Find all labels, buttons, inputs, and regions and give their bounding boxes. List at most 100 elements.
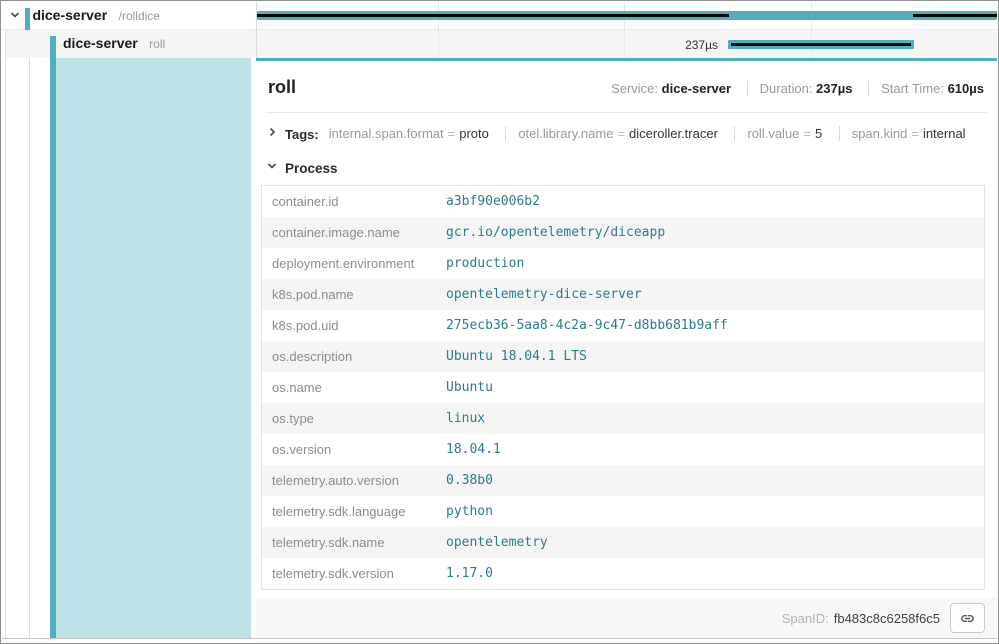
process-table-row: telemetry.sdk.language python [262,496,984,527]
overview-value: 610µs [948,81,984,96]
process-value: linux [436,403,984,434]
process-value: gcr.io/opentelemetry/diceapp [436,217,984,248]
process-table-row: container.image.name gcr.io/opentelemetr… [262,217,984,248]
process-table-row: telemetry.sdk.version 1.17.0 [262,558,984,589]
process-value: production [436,248,984,279]
span-title: roll [268,77,296,98]
tag-value: internal [923,126,966,141]
process-table-row: container.id a3bf90e006b2 [262,186,984,217]
process-value: 0.38b0 [436,465,984,496]
process-table-row: telemetry.auto.version 0.38b0 [262,465,984,496]
tag-key: internal.span.format [329,126,444,141]
process-table-row: os.type linux [262,403,984,434]
tag-equals: = [448,126,456,141]
tag-item: roll.value = 5 [734,126,822,141]
span-detail-color-block [56,58,251,638]
process-value: opentelemetry-dice-server [436,279,984,310]
span-detail-footer: SpanID: fb483c8c6258f6c5 [256,598,997,638]
chevron-down-icon[interactable] [266,159,278,177]
tag-item: span.kind= internal [839,126,966,141]
process-key: container.image.name [262,217,436,248]
spanid-value: fb483c8c6258f6c5 [834,611,940,626]
overview-value: dice-server [662,81,731,96]
tag-equals: = [803,126,811,141]
process-value: 1.17.0 [436,558,984,589]
process-table-row: deployment.environment production [262,248,984,279]
tag-item: internal.span.format =proto [329,126,489,141]
critical-path-segment [731,43,911,46]
tag-key: roll.value [747,126,799,141]
process-key: telemetry.auto.version [262,465,436,496]
tag-equals: = [911,126,919,141]
process-table-row: os.name Ubuntu [262,372,984,403]
process-value: Ubuntu 18.04.1 LTS [436,341,984,372]
tags-accordion[interactable]: Tags: internal.span.format=proto otel.li… [256,113,997,147]
process-value: Ubuntu [436,372,984,403]
copy-span-link-button[interactable] [950,603,985,633]
tag-value: 5 [815,126,822,141]
process-key: os.type [262,403,436,434]
overview-item: Duration: 237µs [747,81,853,96]
tag-key: span.kind [852,126,908,141]
span-row-label-roll[interactable]: dice-server roll [63,35,165,53]
process-key-value-table: container.id a3bf90e006b2 container.imag… [261,185,985,590]
span-overview: Service: dice-server Duration: 237µs Sta… [611,81,984,96]
tags-label: Tags: [285,127,319,142]
indent-guide [29,58,30,639]
process-table-row: os.version 18.04.1 [262,434,984,465]
tag-equals: = [617,126,625,141]
span-bar-roll[interactable] [728,40,914,49]
process-key: os.version [262,434,436,465]
overview-label: Duration: [760,81,813,96]
overview-item: Service: dice-server [611,81,731,96]
tag-item: otel.library.name = diceroller.tracer [505,126,718,141]
process-table-row: k8s.pod.name opentelemetry-dice-server [262,279,984,310]
tag-key: otel.library.name [518,126,613,141]
process-key: container.id [262,186,436,217]
tags-summary: internal.span.format=proto otel.library.… [329,125,966,143]
process-key: os.name [262,372,436,403]
process-value: python [436,496,984,527]
chevron-right-icon[interactable] [266,125,278,143]
overview-label: Service: [611,81,658,96]
jaeger-trace-view: dice-server /rolldice dice-server roll 2… [0,0,999,644]
process-key: os.description [262,341,436,372]
operation-name: roll [149,37,165,51]
tag-value: diceroller.tracer [629,126,718,141]
tag-value: proto [459,126,489,141]
span-duration-label: 237µs [618,38,718,52]
spanid-label: SpanID: [782,611,829,626]
service-name: dice-server [32,7,107,23]
process-key: k8s.pod.uid [262,310,436,341]
link-icon [959,610,976,627]
span-detail-header: roll Service: dice-server Duration: 237µ… [256,61,997,106]
chevron-down-icon[interactable] [9,8,21,26]
process-table-row: telemetry.sdk.name opentelemetry [262,527,984,558]
operation-name: /rolldice [119,9,160,23]
process-value: 18.04.1 [436,434,984,465]
critical-path-segment [913,14,997,17]
span-color-accent [25,8,30,30]
process-key: k8s.pod.name [262,279,436,310]
critical-path-segment [257,14,729,17]
service-name: dice-server [63,35,138,51]
span-bar-rolldice[interactable] [257,11,997,20]
process-accordion[interactable]: Process [256,147,997,183]
process-key: telemetry.sdk.name [262,527,436,558]
process-key: telemetry.sdk.language [262,496,436,527]
process-value: a3bf90e006b2 [436,186,984,217]
process-table-row: os.description Ubuntu 18.04.1 LTS [262,341,984,372]
process-value: opentelemetry [436,527,984,558]
process-key: telemetry.sdk.version [262,558,436,589]
span-detail-accent-bar [50,36,56,638]
span-detail-panel: roll Service: dice-server Duration: 237µ… [256,58,997,638]
overview-value: 237µs [816,81,852,96]
overview-item: Start Time: 610µs [868,81,984,96]
indent-guide [5,30,6,639]
process-value: 275ecb36-5aa8-4c2a-9c47-d8bb681b9aff [436,310,984,341]
process-key: deployment.environment [262,248,436,279]
span-row-label-rolldice[interactable]: dice-server /rolldice [9,7,160,26]
detail-row-bottom-border [2,638,997,639]
overview-label: Start Time: [881,81,944,96]
process-label: Process [285,161,338,176]
